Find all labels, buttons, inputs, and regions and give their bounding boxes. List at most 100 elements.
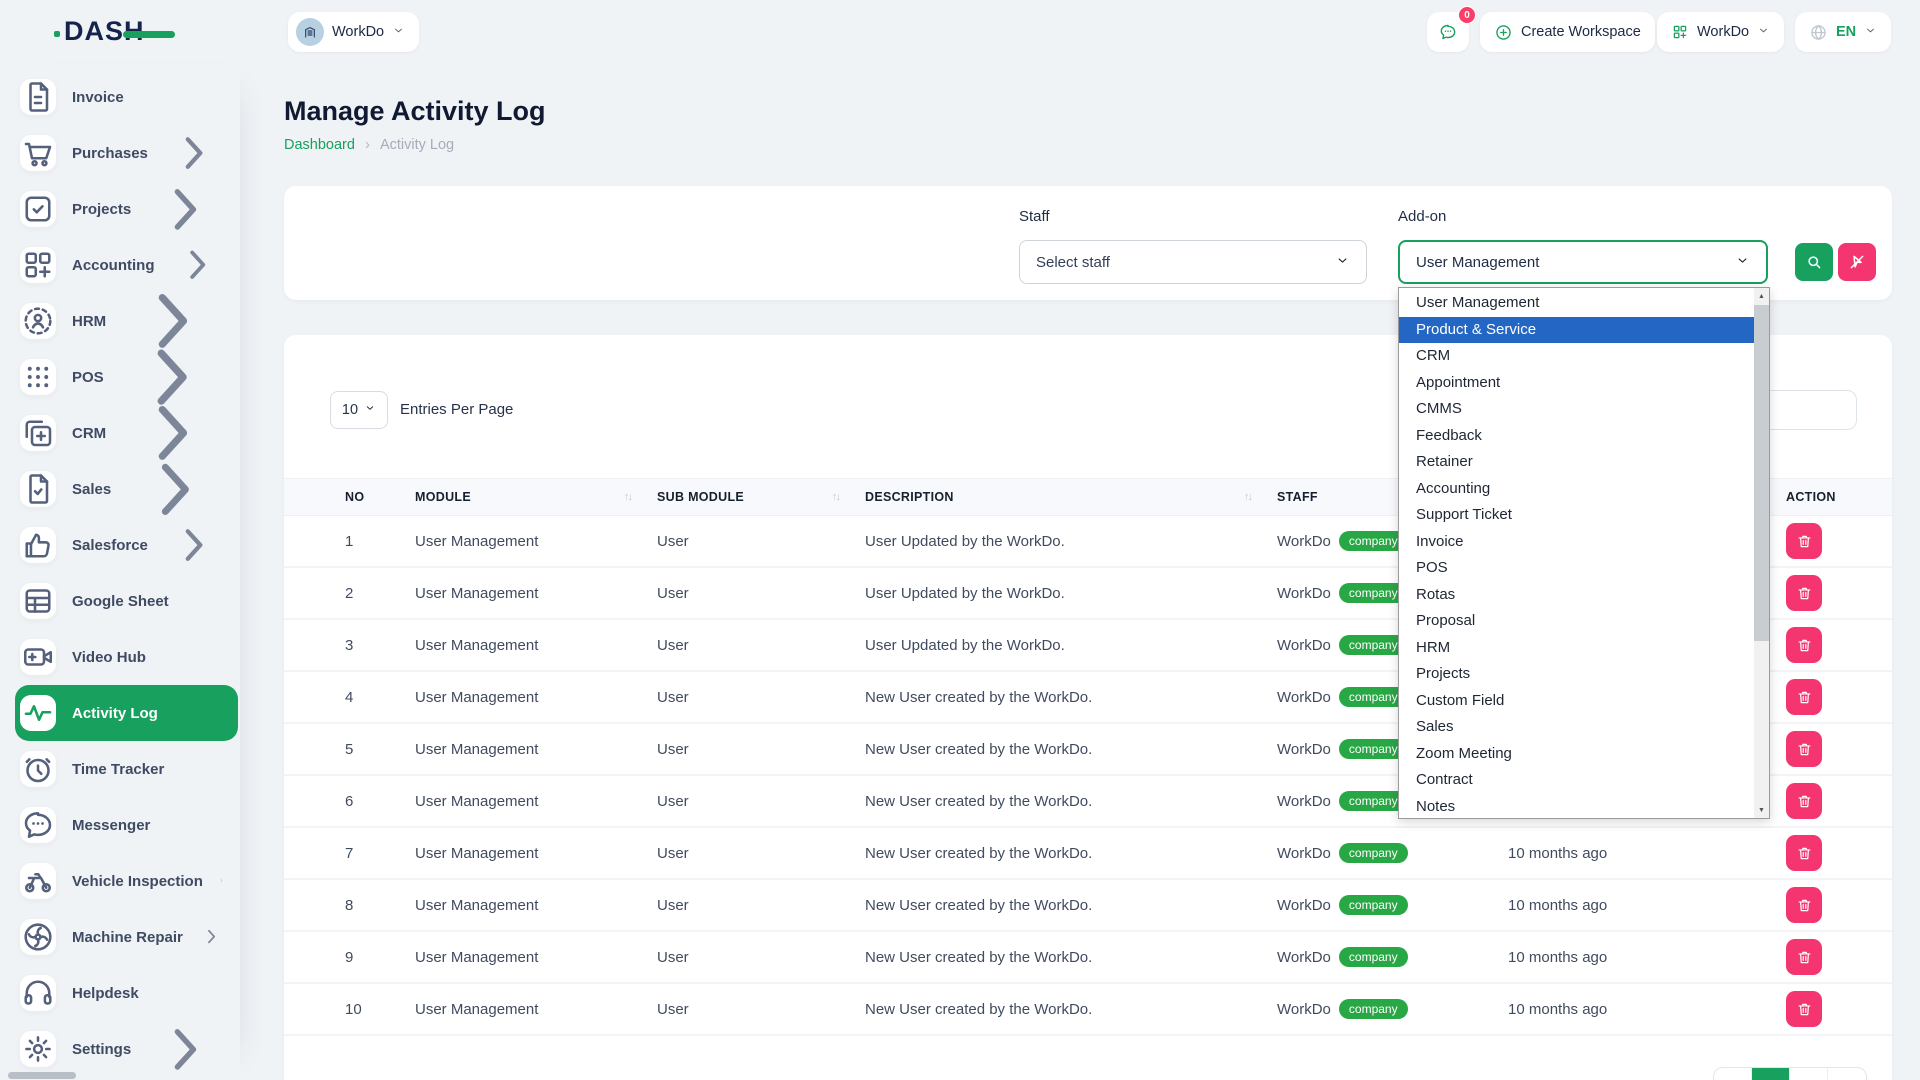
delete-button[interactable] <box>1786 991 1822 1027</box>
sidebar-item-settings[interactable]: Settings <box>15 1021 238 1077</box>
sidebar-item-google-sheet[interactable]: Google Sheet <box>15 573 238 629</box>
addon-option-invoice[interactable]: Invoice <box>1399 529 1754 556</box>
addon-option-hrm[interactable]: HRM <box>1399 635 1754 662</box>
accounting-icon <box>20 247 56 283</box>
addon-option-custom-field[interactable]: Custom Field <box>1399 688 1754 715</box>
delete-button[interactable] <box>1786 523 1822 559</box>
addon-option-notes[interactable]: Notes <box>1399 794 1754 819</box>
pagination-prev-button[interactable]: ← <box>1714 1068 1752 1080</box>
sidebar-item-invoice[interactable]: Invoice <box>15 69 238 125</box>
addon-option-zoom-meeting[interactable]: Zoom Meeting <box>1399 741 1754 768</box>
scroll-up-icon[interactable]: ▲ <box>1754 288 1769 304</box>
pagination-page-1[interactable]: 1 <box>1752 1068 1790 1080</box>
sidebar-item-machine-repair[interactable]: Machine Repair <box>15 909 238 965</box>
cell-module: User Management <box>415 897 657 914</box>
workspace-switcher[interactable]: WorkDo <box>288 12 419 52</box>
trash-icon <box>1796 533 1813 550</box>
sidebar-item-label: Activity Log <box>72 705 158 722</box>
addon-option-contract[interactable]: Contract <box>1399 767 1754 794</box>
sort-icon[interactable]: ↑↓ <box>624 491 631 503</box>
account-menu[interactable]: WorkDo <box>1657 12 1784 52</box>
sidebar-scrollbar[interactable] <box>8 1072 76 1079</box>
entries-per-page-select[interactable]: 10 <box>330 391 388 429</box>
addon-option-rotas[interactable]: Rotas <box>1399 582 1754 609</box>
cell-action <box>1786 887 1892 923</box>
addon-option-feedback[interactable]: Feedback <box>1399 423 1754 450</box>
invoice-icon <box>20 79 56 115</box>
sidebar-menu: InvoicePurchasesProjectsAccountingHRMPOS… <box>0 69 240 1077</box>
google-sheet-icon <box>20 583 56 619</box>
addon-option-cmms[interactable]: CMMS <box>1399 396 1754 423</box>
addon-option-proposal[interactable]: Proposal <box>1399 608 1754 635</box>
addon-select[interactable]: User Management <box>1398 240 1768 284</box>
cell-module: User Management <box>415 949 657 966</box>
cell-sub-module: User <box>657 689 865 706</box>
sidebar-item-activity-log[interactable]: Activity Log <box>15 685 238 741</box>
sort-icon[interactable]: ↑↓ <box>1244 491 1251 503</box>
delete-button[interactable] <box>1786 575 1822 611</box>
delete-button[interactable] <box>1786 835 1822 871</box>
delete-button[interactable] <box>1786 731 1822 767</box>
staff-select[interactable]: Select staff <box>1019 240 1367 284</box>
cell-no: 2 <box>345 585 415 602</box>
cell-sub-module: User <box>657 637 865 654</box>
chevron-right-icon <box>147 1011 224 1080</box>
pagination-page-2[interactable]: 2 <box>1790 1068 1828 1080</box>
dash-logo[interactable]: DASH <box>64 16 145 47</box>
sort-icon[interactable]: ↑↓ <box>832 491 839 503</box>
addon-option-support-ticket[interactable]: Support Ticket <box>1399 502 1754 529</box>
pagination-next-button[interactable]: → <box>1828 1068 1866 1080</box>
delete-button[interactable] <box>1786 939 1822 975</box>
page-title: Manage Activity Log <box>284 96 546 127</box>
sidebar-item-label: Machine Repair <box>72 929 183 946</box>
column-header-description: DESCRIPTION ↑↓ <box>865 490 1277 504</box>
sidebar-item-sales[interactable]: Sales <box>15 461 238 517</box>
sidebar-item-projects[interactable]: Projects <box>15 181 238 237</box>
addon-option-retainer[interactable]: Retainer <box>1399 449 1754 476</box>
scroll-down-icon[interactable]: ▼ <box>1754 802 1769 818</box>
delete-button[interactable] <box>1786 627 1822 663</box>
dropdown-scrollbar[interactable]: ▲ ▼ <box>1754 288 1769 818</box>
sidebar-item-vehicle-inspection[interactable]: Vehicle Inspection <box>15 853 238 909</box>
column-header-sub-module: SUB MODULE ↑↓ <box>657 490 865 504</box>
cell-module: User Management <box>415 741 657 758</box>
sidebar-item-video-hub[interactable]: Video Hub <box>15 629 238 685</box>
messages-button[interactable]: 0 <box>1427 12 1469 52</box>
delete-button[interactable] <box>1786 887 1822 923</box>
plus-circle-icon <box>1494 23 1513 42</box>
breadcrumb-dashboard-link[interactable]: Dashboard <box>284 137 355 153</box>
addon-option-sales[interactable]: Sales <box>1399 714 1754 741</box>
reset-filter-button[interactable] <box>1838 243 1876 281</box>
video-hub-icon <box>20 639 56 675</box>
delete-button[interactable] <box>1786 783 1822 819</box>
activity-log-icon <box>20 695 56 731</box>
addon-option-pos[interactable]: POS <box>1399 555 1754 582</box>
company-badge: company <box>1339 895 1408 915</box>
addon-option-product-service[interactable]: Product & Service <box>1399 317 1754 344</box>
addon-option-appointment[interactable]: Appointment <box>1399 370 1754 397</box>
company-badge: company <box>1339 947 1408 967</box>
trash-icon <box>1796 689 1813 706</box>
pagination: ← 1 2 → <box>1713 1067 1867 1080</box>
addon-option-user-management[interactable]: User Management <box>1399 290 1754 317</box>
addon-option-crm[interactable]: CRM <box>1399 343 1754 370</box>
cell-description: New User created by the WorkDo. <box>865 949 1277 966</box>
dropdown-scrollbar-thumb[interactable] <box>1754 305 1769 641</box>
sales-icon <box>20 471 56 507</box>
cell-module: User Management <box>415 689 657 706</box>
cell-date: 10 months ago <box>1508 949 1786 966</box>
cell-no: 6 <box>345 793 415 810</box>
cell-description: New User created by the WorkDo. <box>865 897 1277 914</box>
sidebar-item-time-tracker[interactable]: Time Tracker <box>15 741 238 797</box>
sidebar-item-label: POS <box>72 369 104 386</box>
addon-option-accounting[interactable]: Accounting <box>1399 476 1754 503</box>
sidebar-item-label: Purchases <box>72 145 148 162</box>
addon-option-projects[interactable]: Projects <box>1399 661 1754 688</box>
language-selector[interactable]: EN <box>1795 12 1891 52</box>
create-workspace-button[interactable]: Create Workspace <box>1480 12 1655 52</box>
sidebar-item-messenger[interactable]: Messenger <box>15 797 238 853</box>
cell-module: User Management <box>415 845 657 862</box>
search-button[interactable] <box>1795 243 1833 281</box>
cell-action <box>1786 939 1892 975</box>
delete-button[interactable] <box>1786 679 1822 715</box>
